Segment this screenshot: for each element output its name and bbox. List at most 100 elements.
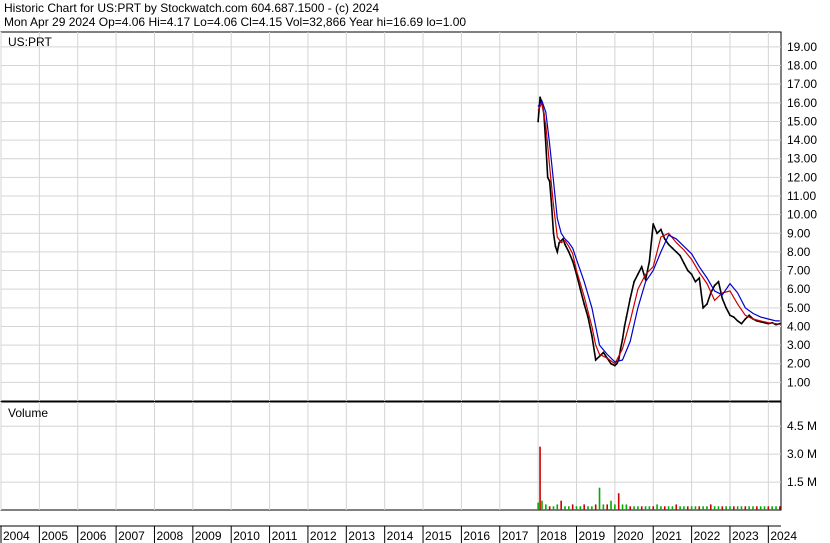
volume-bar: [717, 506, 720, 510]
volume-panel-frame: [0, 401, 782, 511]
volume-panel: 1.5 M 3.0 M 4.5 M Volume: [0, 401, 817, 511]
price-point: [552, 232, 555, 235]
volume-bar: [598, 487, 601, 510]
x-axis-tick-label: 2020: [617, 529, 644, 543]
price-point: [725, 306, 728, 309]
volume-bar: [541, 500, 543, 510]
price-point: [690, 273, 693, 276]
volume-bar: [606, 504, 608, 510]
price-point: [629, 297, 632, 300]
volume-bar: [637, 506, 639, 510]
price-point: [558, 241, 561, 244]
price-point: [717, 280, 720, 283]
price-point: [539, 96, 541, 99]
x-axis: 2004 2005 2006 2007 2008 2009 2010 2011 2012 2013…: [0, 525, 797, 543]
volume-bar: [610, 500, 612, 510]
volume-bar: [752, 506, 754, 510]
price-point: [698, 277, 701, 279]
price-y-tick-label: 6.00: [787, 282, 811, 296]
volume-bar: [644, 506, 647, 510]
x-axis-tick-label: 2013: [348, 529, 375, 543]
price-point: [610, 362, 612, 365]
price-point: [660, 228, 662, 231]
volume-bar: [729, 506, 731, 510]
price-y-tick-label: 19.00: [787, 40, 817, 54]
price-point: [656, 232, 658, 235]
price-panel-label: US:PRT: [8, 35, 52, 49]
x-axis-tick-label: 2016: [463, 529, 490, 543]
stock-chart: 1.00 2.00 3.00 4.00 5.00 6.00 7.00 8.00 9.00 10.0…: [0, 31, 817, 543]
volume-bar: [579, 506, 582, 510]
volume-bar: [733, 506, 735, 510]
volume-bar: [775, 506, 777, 510]
price-y-tick-label: 9.00: [787, 226, 811, 240]
price-point: [702, 306, 705, 309]
price-y-tick-label: 12.00: [787, 170, 817, 184]
volume-bar: [548, 506, 551, 510]
volume-bar: [667, 506, 670, 510]
x-axis-tick-label: 2009: [195, 529, 222, 543]
x-axis-tick-label: 2006: [80, 529, 107, 543]
price-point: [652, 223, 655, 225]
volume-bar: [652, 506, 655, 510]
volume-bar: [552, 506, 555, 510]
price-point: [667, 243, 670, 246]
price-point: [648, 260, 651, 263]
x-axis-tick-label: 2024: [770, 529, 797, 543]
volume-bar: [539, 446, 541, 510]
price-point: [613, 364, 616, 367]
price-point: [633, 280, 635, 283]
price-y-axis: 1.00 2.00 3.00 4.00 5.00 6.00 7.00 8.00 9.00 10.0…: [787, 40, 817, 389]
price-point: [544, 142, 547, 145]
volume-bar: [617, 493, 620, 510]
volume-bar: [587, 506, 589, 510]
volume-bar: [767, 506, 770, 510]
volume-bar: [621, 504, 624, 510]
price-point: [721, 297, 724, 300]
volume-bar: [614, 504, 616, 510]
price-point: [550, 204, 553, 207]
volume-bar: [706, 506, 708, 510]
volume-y-tick-label: 4.5 M: [787, 419, 817, 433]
x-axis-tick-label: 2010: [233, 529, 260, 543]
price-point: [640, 265, 643, 268]
price-point: [694, 280, 697, 283]
volume-bar: [698, 506, 701, 510]
volume-bar: [779, 506, 781, 510]
volume-bar: [564, 506, 566, 510]
volume-bar: [694, 506, 697, 510]
price-panel-frame: [0, 31, 782, 402]
price-y-tick-label: 8.00: [787, 245, 811, 259]
x-axis-tick-label: 2022: [694, 529, 721, 543]
price-point: [748, 314, 751, 317]
volume-bar: [594, 504, 597, 510]
price-point: [679, 254, 681, 257]
price-point: [564, 243, 566, 246]
volume-bar: [663, 506, 666, 510]
price-point: [686, 269, 689, 272]
price-point: [587, 316, 589, 319]
price-point: [619, 347, 622, 350]
price-point: [602, 351, 605, 354]
price-point: [615, 362, 618, 365]
volume-y-axis: 1.5 M 3.0 M 4.5 M: [787, 419, 817, 489]
volume-bar: [702, 506, 704, 510]
volume-bar: [575, 506, 578, 510]
price-point: [583, 303, 586, 305]
volume-bar: [583, 504, 585, 510]
volume-bar: [725, 506, 727, 510]
volume-bar: [721, 506, 724, 510]
volume-bar: [683, 506, 685, 510]
volume-bar: [660, 506, 662, 510]
price-point: [732, 316, 735, 319]
price-panel: 1.00 2.00 3.00 4.00 5.00 6.00 7.00 8.00 9.00 10.0…: [0, 31, 817, 402]
volume-bar: [537, 502, 539, 510]
x-axis-tick-label: 2005: [41, 529, 68, 543]
price-point: [713, 284, 716, 287]
volume-panel-label: Volume: [8, 406, 48, 420]
price-point: [663, 237, 666, 240]
volume-bar: [625, 504, 628, 510]
price-point: [567, 251, 570, 253]
price-point: [621, 338, 624, 341]
volume-bar: [633, 506, 635, 510]
